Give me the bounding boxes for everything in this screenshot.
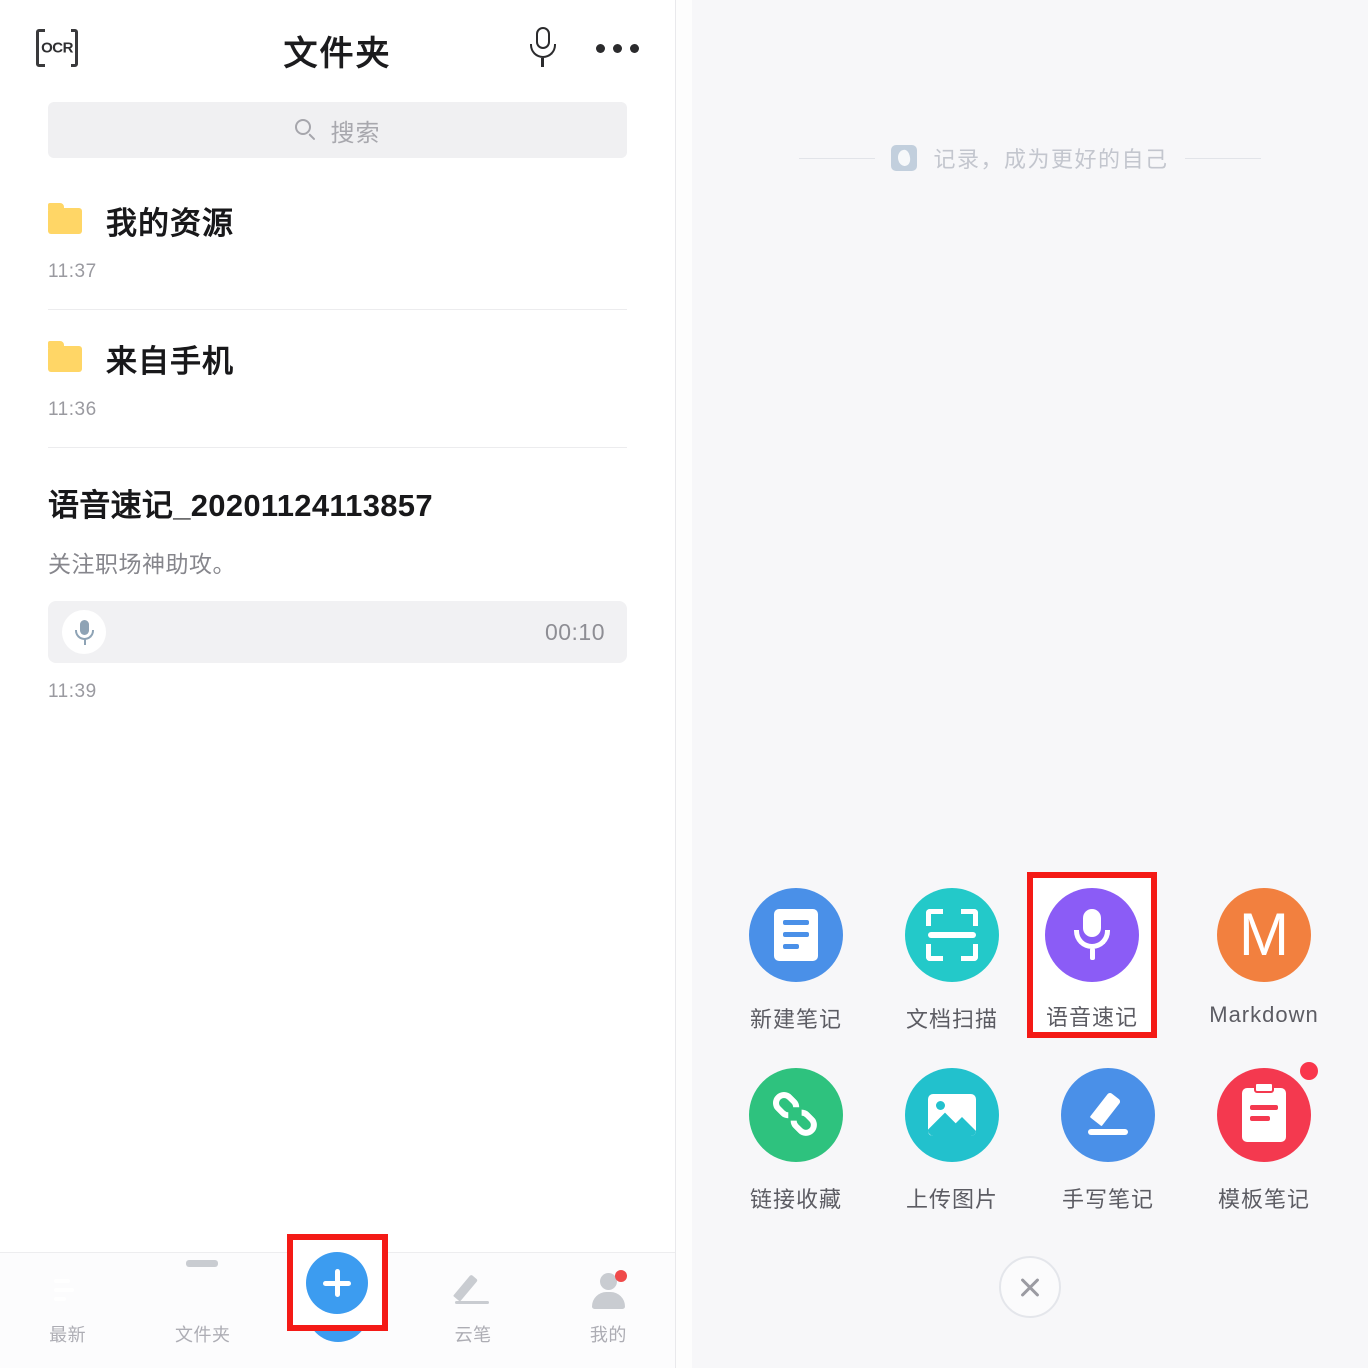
- nav-label: 云笔: [454, 1325, 492, 1345]
- action-label: 新建笔记: [749, 1007, 842, 1032]
- list-item[interactable]: 来自手机 11:36: [0, 310, 675, 447]
- tagline: 记录，成为更好的自己: [692, 142, 1368, 174]
- highlighted-voice-memo-action[interactable]: 语音速记: [1042, 888, 1142, 1032]
- dual-screenshot-composite: OCR 文件夹 搜索 我的资源 11:37 来自手机 11:36 语音速记_20…: [0, 0, 1368, 1368]
- folder-icon: [48, 202, 82, 234]
- action-row-2: 链接收藏 上传图片 手写笔记 模板笔记: [726, 1060, 1334, 1214]
- nav-item-latest[interactable]: 最新: [8, 1269, 128, 1347]
- highlighted-plus-fab[interactable]: [306, 1252, 368, 1314]
- item-timestamp: 11:36: [48, 399, 97, 420]
- latest-icon: [47, 1269, 89, 1311]
- document-scan-icon: [905, 888, 999, 982]
- user-icon: [587, 1269, 629, 1311]
- action-new-note[interactable]: 新建笔记: [726, 880, 866, 1034]
- search-section: 搜索: [0, 96, 675, 172]
- action-label: 上传图片: [905, 1187, 998, 1212]
- markdown-icon: M: [1217, 888, 1311, 982]
- notification-badge: [615, 1270, 628, 1282]
- action-label: 文档扫描: [905, 1007, 998, 1032]
- action-label: Markdown: [1209, 1002, 1319, 1027]
- pen-icon: [452, 1269, 494, 1311]
- nav-item-cloudpen[interactable]: 云笔: [413, 1269, 533, 1347]
- action-markdown[interactable]: M Markdown: [1194, 880, 1334, 1034]
- action-upload-image[interactable]: 上传图片: [882, 1060, 1022, 1214]
- audio-player[interactable]: 00:10: [48, 601, 627, 663]
- note-title: 语音速记_20201124113857: [48, 488, 433, 523]
- action-label: 语音速记: [1045, 1005, 1138, 1030]
- voice-memo-icon: [1045, 888, 1139, 982]
- list-item[interactable]: 语音速记_20201124113857 关注职场神助攻。 00:10 11:39: [0, 448, 675, 729]
- tagline-rule-right: [1184, 157, 1261, 159]
- upload-image-icon: [905, 1068, 999, 1162]
- microphone-icon[interactable]: [530, 27, 556, 69]
- audio-microphone-icon: [62, 610, 106, 654]
- folder-row: 我的资源: [48, 172, 627, 243]
- phone-screen-create-menu: 记录，成为更好的自己 新建笔记 文档扫描 M Markdown 链接收藏 上传图…: [692, 0, 1368, 1368]
- tagline-rule-left: [799, 157, 876, 159]
- list-item[interactable]: 我的资源 11:37: [0, 172, 675, 309]
- folder-icon: [48, 340, 82, 372]
- action-template-note[interactable]: 模板笔记: [1194, 1060, 1334, 1214]
- link-save-icon: [749, 1068, 843, 1162]
- nav-label: 文件夹: [175, 1325, 231, 1345]
- action-voice-memo[interactable]: 语音速记: [1042, 888, 1142, 1032]
- markdown-glyph: M: [1239, 901, 1289, 968]
- nav-label: 我的: [589, 1325, 627, 1345]
- tagline-text: 记录，成为更好的自己: [933, 147, 1169, 172]
- nav-label: 最新: [49, 1325, 87, 1345]
- elephant-logo-icon: [891, 145, 918, 171]
- action-label: 模板笔记: [1217, 1187, 1310, 1212]
- nav-item-folder[interactable]: 文件夹: [143, 1269, 263, 1347]
- search-input[interactable]: 搜索: [48, 102, 627, 158]
- template-note-icon: [1217, 1068, 1311, 1162]
- phone-screen-folder-list: OCR 文件夹 搜索 我的资源 11:37 来自手机 11:36 语音速记_20…: [0, 0, 676, 1368]
- header-actions: [530, 0, 639, 96]
- search-icon: [294, 119, 317, 141]
- folder-name: 来自手机: [106, 344, 234, 379]
- folder-row: 来自手机: [48, 310, 627, 381]
- action-handwrite-note[interactable]: 手写笔记: [1038, 1060, 1178, 1214]
- new-note-icon: [749, 888, 843, 982]
- action-link-save[interactable]: 链接收藏: [726, 1060, 866, 1214]
- more-options-icon[interactable]: [596, 43, 639, 53]
- item-timestamp: 11:39: [48, 681, 97, 702]
- search-placeholder: 搜索: [330, 119, 381, 147]
- panel-gap: [676, 0, 692, 1368]
- plus-fab-icon[interactable]: [306, 1252, 368, 1314]
- action-label: 手写笔记: [1061, 1187, 1154, 1212]
- folder-name: 我的资源: [106, 206, 234, 241]
- notification-badge: [1300, 1062, 1318, 1080]
- item-timestamp: 11:37: [48, 261, 97, 282]
- action-label: 链接收藏: [749, 1187, 842, 1212]
- handwrite-note-icon: [1061, 1068, 1155, 1162]
- close-button[interactable]: [999, 1256, 1061, 1318]
- audio-duration: 00:10: [544, 618, 605, 645]
- folder-icon: [182, 1269, 224, 1311]
- note-subtitle: 关注职场神助攻。: [48, 551, 236, 577]
- folder-list: 我的资源 11:37 来自手机 11:36 语音速记_2020112411385…: [0, 172, 675, 729]
- nav-item-mine[interactable]: 我的: [548, 1269, 668, 1347]
- app-header: OCR 文件夹: [0, 0, 675, 96]
- action-document-scan[interactable]: 文档扫描: [882, 880, 1022, 1034]
